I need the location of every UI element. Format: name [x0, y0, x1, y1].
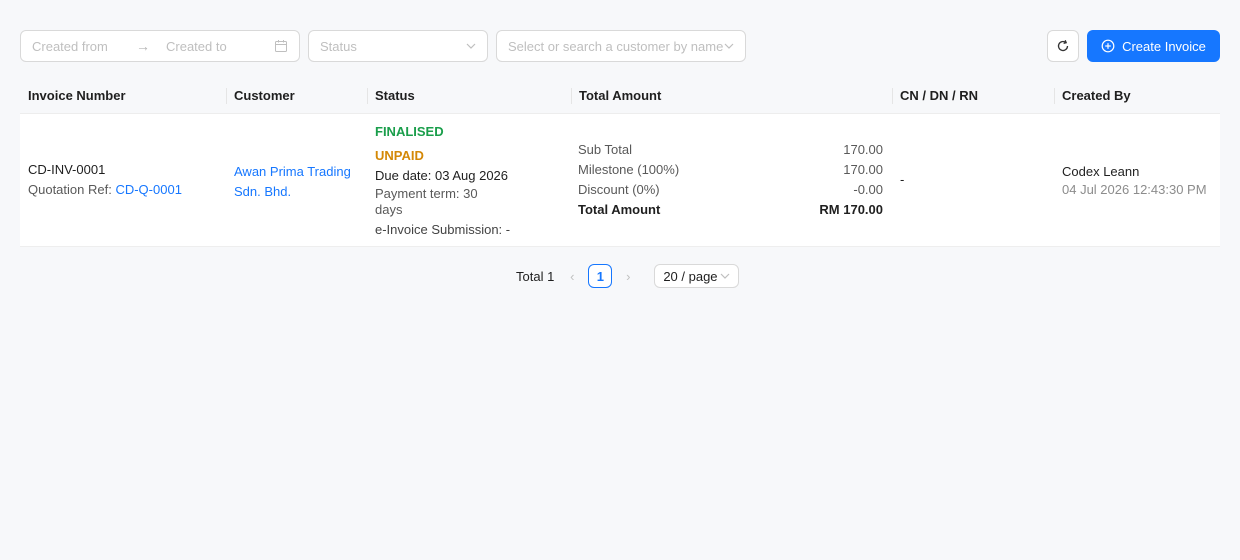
column-header-status: Status	[367, 78, 571, 114]
discount-label: Discount (0%)	[578, 182, 660, 197]
discount-value: -0.00	[853, 182, 883, 197]
range-arrow-icon: →	[136, 38, 150, 54]
milestone-value: 170.00	[843, 162, 883, 177]
create-invoice-button[interactable]: Create Invoice	[1087, 30, 1220, 62]
pagination: Total 1 ‹ 1 › 20 / page	[516, 264, 740, 288]
payment-term: Payment term: 30 days	[375, 186, 478, 217]
page-size-value: 20 / page	[663, 268, 718, 284]
created-date-range-picker[interactable]: Created from → Created to	[20, 30, 300, 62]
status-select-placeholder: Status	[320, 38, 357, 54]
page-size-select[interactable]: 20 / page	[654, 264, 740, 288]
next-page-icon[interactable]: ›	[616, 269, 640, 284]
quotation-ref-link[interactable]: CD-Q-0001	[115, 182, 181, 197]
customer-select[interactable]: Select or search a customer by name	[496, 30, 746, 62]
pagination-total: Total 1	[516, 268, 555, 284]
prev-page-icon[interactable]: ‹	[560, 269, 584, 284]
total-amount-label: Total Amount	[578, 202, 661, 217]
due-date: Due date: 03 Aug 2026	[375, 168, 509, 183]
table-row[interactable]: CD-INV-0001 Quotation Ref: CD-Q-0001 Awa…	[20, 114, 1220, 247]
customer-link[interactable]: Awan Prima Trading Sdn. Bhd.	[234, 162, 351, 202]
created-at-timestamp: 04 Jul 2026 12:43:30 PM	[1062, 182, 1207, 197]
column-header-created-by: Created By	[1054, 78, 1220, 114]
invoice-table: Invoice Number Customer Status Total Amo…	[20, 78, 1220, 247]
page-number-button[interactable]: 1	[588, 264, 613, 288]
created-from-input[interactable]: Created from	[32, 39, 136, 54]
column-header-customer: Customer	[226, 78, 367, 114]
chevron-down-icon	[466, 43, 476, 49]
create-invoice-label: Create Invoice	[1122, 38, 1206, 54]
column-header-total-amount: Total Amount	[571, 78, 892, 114]
status-unpaid-badge: UNPAID	[375, 148, 424, 163]
refresh-icon	[1057, 39, 1069, 52]
sub-total-value: 170.00	[843, 142, 883, 157]
status-finalised-badge: FINALISED	[375, 124, 444, 139]
total-amount-value: RM 170.00	[819, 202, 883, 217]
einvoice-submission: e-Invoice Submission: -	[375, 222, 511, 237]
quotation-ref: Quotation Ref: CD-Q-0001	[28, 182, 182, 197]
milestone-label: Milestone (100%)	[578, 162, 680, 177]
calendar-icon	[275, 40, 287, 52]
filter-toolbar: Created from → Created to Status Select …	[20, 30, 1220, 62]
cn-dn-rn-value: -	[900, 172, 905, 187]
refresh-button[interactable]	[1047, 30, 1079, 62]
column-header-invoice-number: Invoice Number	[28, 88, 126, 103]
status-select[interactable]: Status	[308, 30, 488, 62]
customer-select-placeholder: Select or search a customer by name	[508, 38, 724, 54]
sub-total-label: Sub Total	[578, 142, 632, 157]
chevron-down-icon	[720, 273, 730, 279]
table-header: Invoice Number Customer Status Total Amo…	[20, 78, 1220, 114]
created-by-name: Codex Leann	[1062, 164, 1140, 179]
chevron-down-icon	[724, 43, 734, 49]
created-to-input[interactable]: Created to	[166, 39, 274, 54]
column-header-cn-dn-rn: CN / DN / RN	[892, 78, 1054, 114]
invoice-number: CD-INV-0001	[28, 162, 106, 177]
plus-circle-icon	[1101, 39, 1115, 53]
